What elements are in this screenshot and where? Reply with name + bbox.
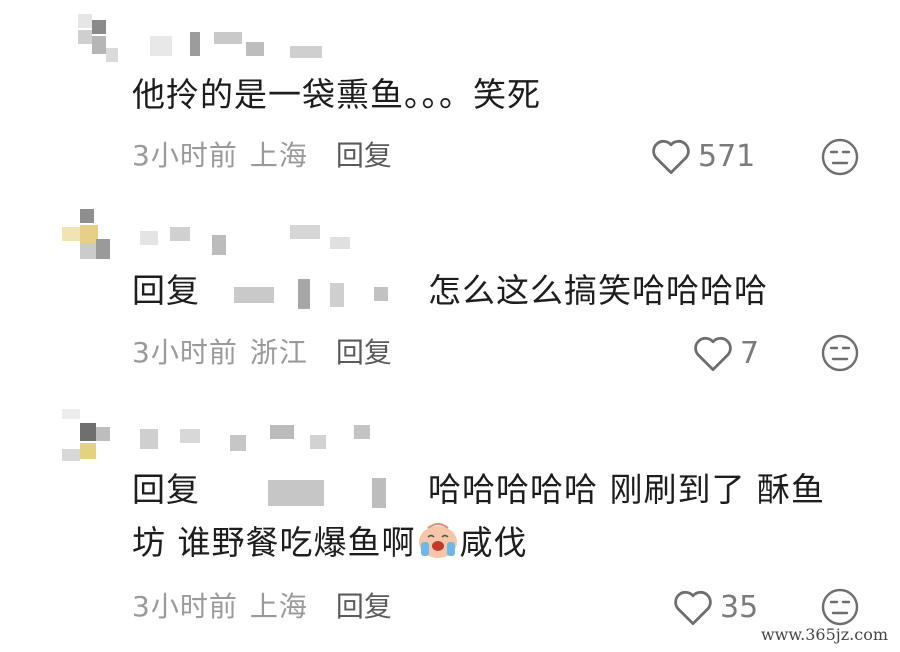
heart-outline-icon <box>652 139 690 175</box>
comment-meta: 3小时前 上海 回复 <box>132 134 392 174</box>
comment-text: 回复 怎么这么搞笑哈哈哈哈 <box>132 262 768 320</box>
crying-face-emoji <box>418 523 457 558</box>
comment-time: 3小时前 <box>132 590 238 623</box>
comment-location: 浙江 <box>249 336 308 369</box>
like-button[interactable]: 571 <box>650 136 755 176</box>
neutral-face-icon[interactable] <box>820 587 860 627</box>
reply-prefix: 回复 <box>132 271 200 310</box>
reply-prefix: 回复 <box>132 470 200 509</box>
comment-time: 3小时前 <box>132 139 238 172</box>
comment-text: 他拎的是一袋熏鱼。。。笑死 <box>132 75 541 114</box>
like-count: 7 <box>740 335 760 371</box>
like-button[interactable]: 35 <box>672 587 758 627</box>
reply-button[interactable]: 回复 <box>336 134 392 174</box>
avatar[interactable] <box>62 409 118 469</box>
mentioned-username[interactable] <box>210 273 420 313</box>
reply-button[interactable]: 回复 <box>336 585 392 625</box>
comment-item: 回复 哈哈哈哈哈 刚刷到了 酥鱼 坊 谁野餐吃爆鱼啊 咸伐 3小时前 上海 回复… <box>0 395 900 652</box>
like-count: 571 <box>698 138 756 174</box>
neutral-face-icon[interactable] <box>820 333 860 373</box>
heart-outline-icon <box>674 590 712 626</box>
username[interactable] <box>150 28 330 58</box>
username[interactable] <box>140 415 380 455</box>
avatar[interactable] <box>78 14 130 66</box>
like-button[interactable]: 7 <box>692 333 759 373</box>
like-count: 35 <box>720 589 759 625</box>
comment-meta: 3小时前 上海 回复 <box>132 585 392 625</box>
comment-location: 上海 <box>249 139 308 172</box>
username[interactable] <box>140 217 360 257</box>
comment-time: 3小时前 <box>132 336 238 369</box>
comment-location: 上海 <box>249 590 308 623</box>
heart-outline-icon <box>694 336 732 372</box>
comment-text-line-2: 坊 谁野餐吃爆鱼啊 咸伐 <box>132 514 528 572</box>
comment-item: 回复 怎么这么搞笑哈哈哈哈 3小时前 浙江 回复 7 <box>0 195 900 395</box>
comment-meta: 3小时前 浙江 回复 <box>132 331 392 371</box>
mentioned-username[interactable] <box>210 472 420 512</box>
watermark: www.365jz.com <box>760 625 888 644</box>
comment-text-line-1: 回复 哈哈哈哈哈 刚刷到了 酥鱼 <box>132 461 825 519</box>
avatar[interactable] <box>62 209 118 269</box>
neutral-face-icon[interactable] <box>820 137 860 177</box>
comment-item: 他拎的是一袋熏鱼。。。笑死 3小时前 上海 回复 571 <box>0 0 900 195</box>
reply-button[interactable]: 回复 <box>336 331 392 371</box>
